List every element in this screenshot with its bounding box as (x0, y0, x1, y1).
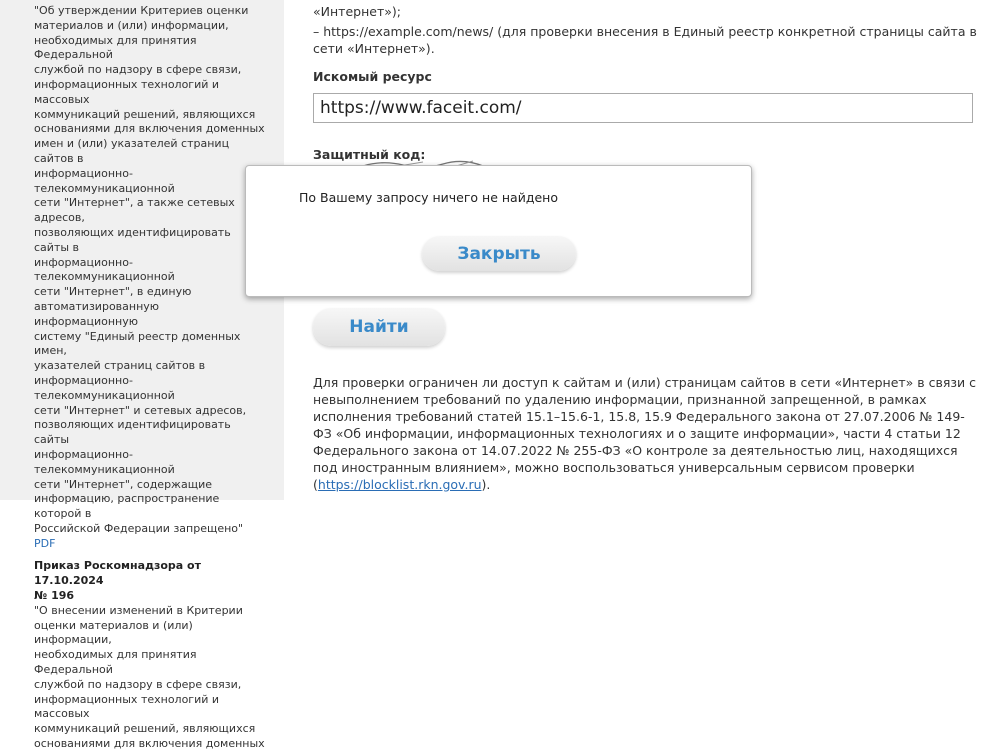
find-button[interactable]: Найти (313, 308, 445, 346)
document-text-line: информацию, распространение которой в (34, 492, 220, 521)
document-text-line: основаниями для включения доменных (34, 122, 265, 136)
document-text-line: материалов и (или) информации, (34, 18, 229, 32)
document-text-line: Российской Федерации запрещено" (34, 521, 244, 535)
document-entry: "Об утверждении Критериев оценки материал… (34, 4, 266, 551)
document-text-line: сети "Интернет" и сетевых адресов, (34, 403, 247, 417)
document-text-line: имен и (или) указателей страниц сайтов в (34, 137, 230, 165)
document-text-line: систему "Единый реестр доменных имен, (34, 329, 241, 358)
document-text-line: информационно-телекоммуникационной (34, 373, 175, 402)
document-text-line: сети "Интернет", содержащие (34, 477, 212, 491)
example-text: сети «Интернет»). (313, 41, 435, 56)
sidebar-documents: "Об утверждении Критериев оценки материал… (34, 4, 266, 752)
document-text-line: сети "Интернет", в единую (34, 285, 192, 299)
result-dialog: По Вашему запросу ничего не найдено Закр… (245, 165, 752, 297)
close-button[interactable]: Закрыть (422, 236, 576, 271)
document-text-line: "Об утверждении Критериев оценки (34, 4, 249, 17)
document-text-line: основаниями для включения доменных (34, 737, 265, 751)
document-text-line: сети "Интернет", а также сетевых адресов… (34, 196, 235, 225)
document-text-line: информационных технологий и массовых (34, 692, 220, 721)
info-text: Для проверки ограничен ли доступ к сайта… (313, 375, 977, 492)
document-text-line: службой по надзору в сфере связи, (34, 63, 242, 77)
document-text-line: необходимых для принятия Федеральной (34, 648, 197, 677)
document-text-line: коммуникаций решений, являющихся (34, 107, 256, 121)
search-input[interactable] (313, 93, 973, 123)
dialog-message: По Вашему запросу ничего не найдено (299, 190, 558, 205)
document-text-line: информационно-телекоммуникационной (34, 447, 175, 476)
blocklist-link[interactable]: https://blocklist.rkn.gov.ru (318, 477, 482, 492)
document-entry: "О внесении изменений в Критерии оценки м… (34, 604, 266, 752)
example-text: – https://example.com/news/ (для проверк… (313, 24, 977, 39)
document-text-line: необходимых для принятия Федеральной (34, 33, 197, 62)
document-text-line: позволяющих идентифицировать сайты в (34, 225, 231, 254)
document-text-line: информационно-телекоммуникационной (34, 166, 175, 195)
document-text-line: позволяющих идентифицировать сайты (34, 418, 231, 447)
document-text-line: информационных технологий и массовых (34, 77, 220, 106)
document-text-line: автоматизированную информационную (34, 299, 160, 328)
document-text-line: оценки материалов и (или) информации, (34, 618, 193, 647)
pdf-link[interactable]: PDF (34, 537, 55, 550)
document-text-line: службой по надзору в сфере связи, (34, 677, 242, 691)
document-text-line: "О внесении изменений в Критерии (34, 603, 243, 617)
search-label: Искомый ресурс (313, 69, 432, 84)
document-text-line: коммуникаций решений, являющихся (34, 722, 256, 736)
example-text: «Интернет»); (313, 4, 401, 19)
sidebar: "Об утверждении Критериев оценки материал… (0, 0, 284, 750)
document-title[interactable]: Приказ Роскомнадзора от 17.10.2024 № 196 (34, 559, 266, 603)
document-text-line: информационно-телекоммуникационной (34, 255, 175, 284)
document-text-line: указателей страниц сайтов в (34, 359, 206, 373)
